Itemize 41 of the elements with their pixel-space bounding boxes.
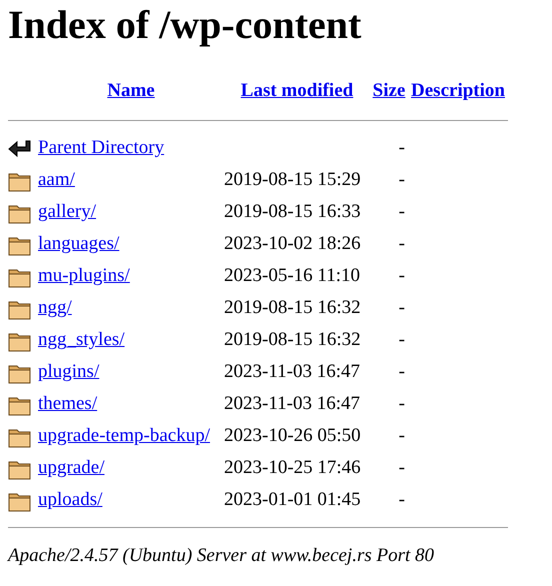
page-title: Index of /wp-content [8,3,362,47]
size-value: - [398,201,405,222]
directory-link[interactable]: aam/ [38,169,75,190]
size-value: - [398,233,405,254]
column-header-link[interactable]: Last modified [240,80,354,101]
column-header-link[interactable]: Size [372,80,406,101]
directory-link[interactable]: mu-plugins/ [38,265,130,286]
size-value: - [398,137,405,158]
size-value: - [398,297,405,318]
modified-date: 2023-10-02 18:26 [224,233,361,254]
size-value: - [398,361,405,382]
size-value: - [398,329,405,350]
directory-link[interactable]: upgrade/ [38,457,104,478]
directory-link[interactable]: languages/ [38,233,120,254]
modified-date: 2023-11-03 16:47 [224,393,360,414]
modified-date: 2023-10-26 05:50 [224,425,361,446]
column-header-link[interactable]: Name [107,80,155,101]
size-value: - [398,425,405,446]
modified-date: 2019-08-15 16:32 [224,329,361,350]
modified-date: 2023-11-03 16:47 [224,361,360,382]
directory-link[interactable]: plugins/ [38,361,100,382]
size-value: - [398,457,405,478]
modified-date: 2019-08-15 16:33 [224,201,361,222]
size-value: - [398,489,405,510]
directory-link[interactable]: upgrade-temp-backup/ [38,425,210,446]
directory-link[interactable]: themes/ [38,393,98,414]
directory-link[interactable]: ngg/ [38,297,72,318]
directory-link[interactable]: Parent Directory [38,137,164,158]
size-value: - [398,393,405,414]
modified-date: 2019-08-15 15:29 [224,169,361,190]
directory-link[interactable]: gallery/ [38,201,96,222]
modified-date: 2023-01-01 01:45 [224,489,361,510]
size-value: - [398,169,405,190]
server-signature: Apache/2.4.57 (Ubuntu) Server at www.becej.rs Port 80 [8,544,436,568]
directory-link[interactable]: ngg_styles/ [38,329,125,350]
modified-date: 2019-08-15 16:32 [224,297,361,318]
size-value: - [398,265,405,286]
modified-date: 2023-05-16 11:10 [224,265,360,286]
column-header-link[interactable]: Description [411,80,505,101]
modified-date: 2023-10-25 17:46 [224,457,361,478]
directory-link[interactable]: uploads/ [38,489,102,510]
